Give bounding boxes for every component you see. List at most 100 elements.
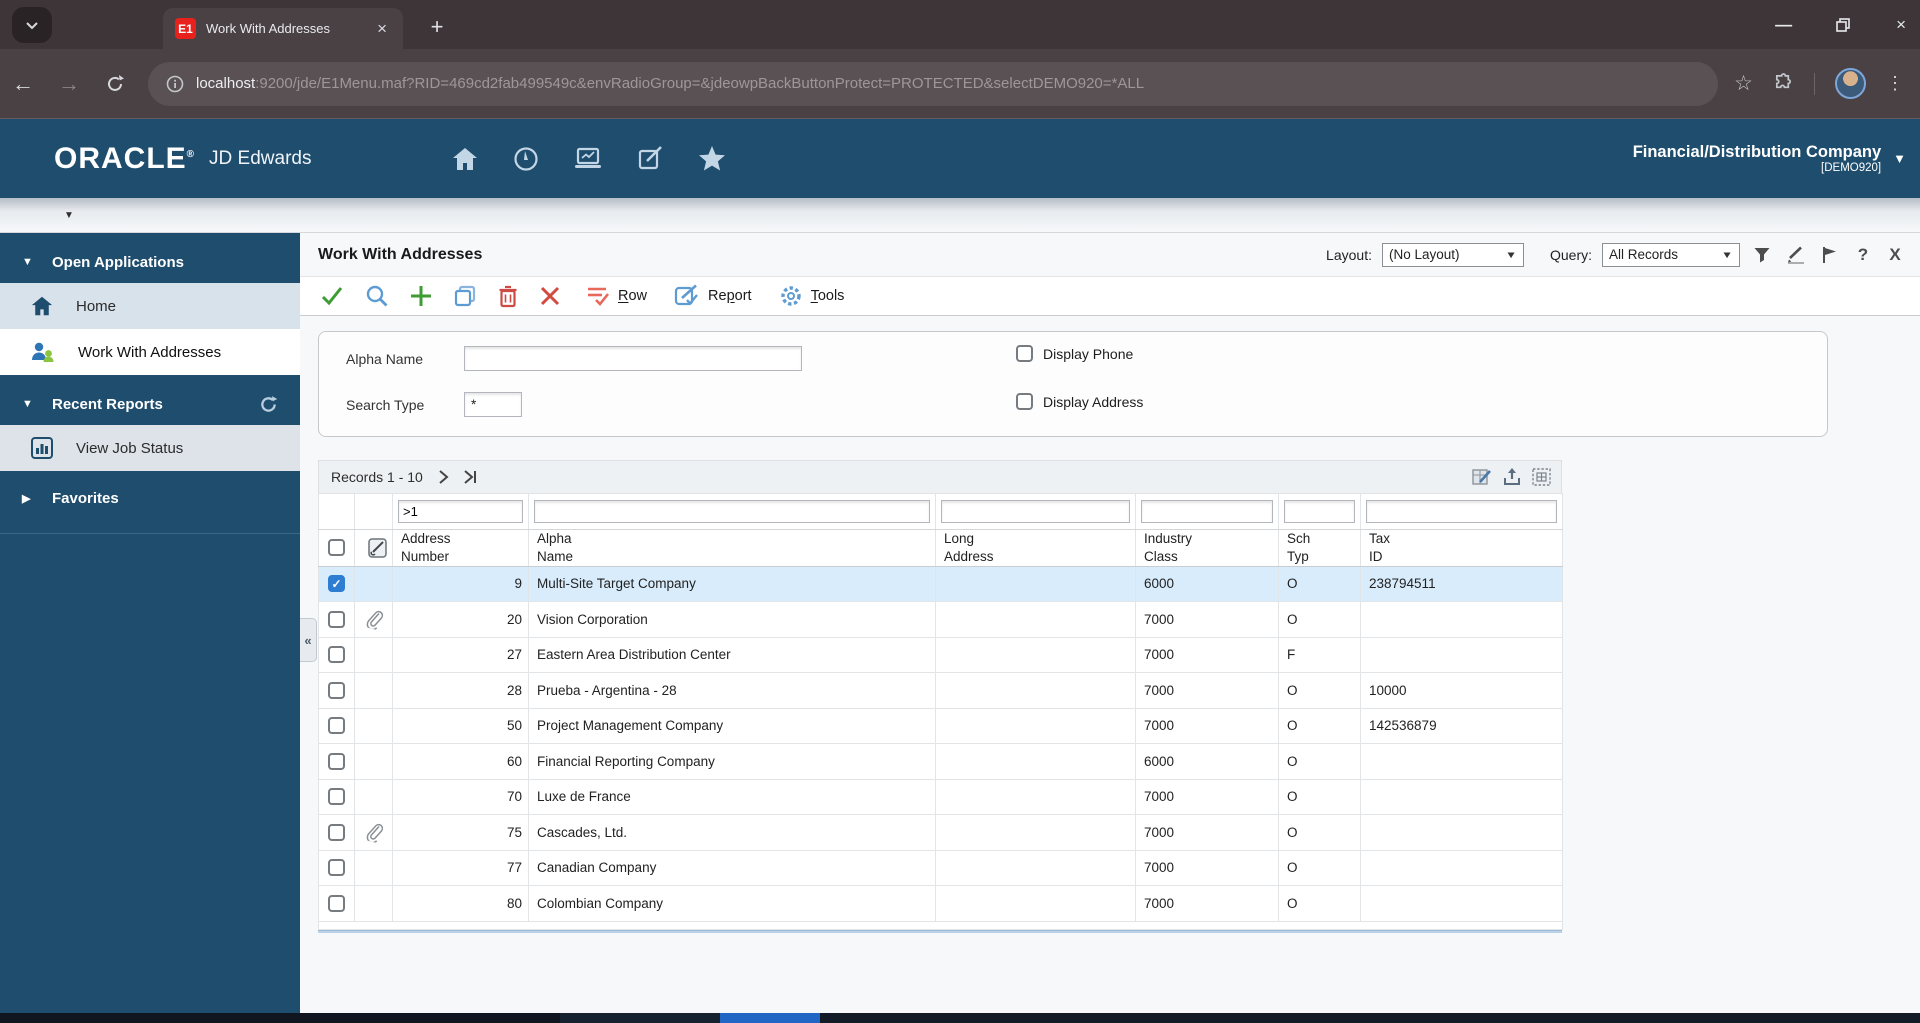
refresh-reports-icon[interactable] <box>259 395 278 414</box>
window-minimize-button[interactable]: — <box>1775 16 1790 33</box>
sidebar-item-home[interactable]: Home <box>0 283 300 329</box>
cell-alpha-name: Prueba - Argentina - 28 <box>529 673 936 709</box>
tab-close-icon[interactable]: × <box>373 18 391 39</box>
url-bar[interactable]: localhost:9200/jde/E1Menu.maf?RID=469cd2… <box>148 62 1718 106</box>
table-row[interactable]: 27 Eastern Area Distribution Center 7000… <box>319 637 1563 673</box>
row-checkbox[interactable] <box>328 824 345 841</box>
new-tab-button[interactable]: + <box>422 14 452 40</box>
back-button[interactable]: ← <box>0 71 46 97</box>
table-row[interactable]: 77 Canadian Company 7000 O <box>319 850 1563 886</box>
site-info-icon[interactable] <box>166 75 184 93</box>
grid-filter-input[interactable] <box>941 500 1130 523</box>
column-header-alpha-name[interactable]: Alpha Name <box>529 529 936 566</box>
display-address-checkbox[interactable] <box>1016 393 1033 410</box>
row-checkbox[interactable] <box>328 717 345 734</box>
close-application-icon[interactable]: X <box>1884 245 1906 265</box>
table-row[interactable]: 60 Financial Reporting Company 6000 O <box>319 744 1563 780</box>
column-header-long-address[interactable]: Long Address <box>936 529 1136 566</box>
add-button[interactable] <box>410 285 432 307</box>
query-select[interactable]: All Records▼ <box>1602 243 1740 267</box>
menu-caret-icon[interactable]: ▼ <box>64 210 74 221</box>
row-checkbox[interactable] <box>328 895 345 912</box>
table-row[interactable]: 9 Multi-Site Target Company 6000 O 23879… <box>319 566 1563 602</box>
grid-filter-input[interactable] <box>1366 500 1557 523</box>
row-checkbox[interactable] <box>328 575 345 592</box>
sidebar-section-open-applications[interactable]: ▼ Open Applications <box>0 241 300 283</box>
find-button[interactable] <box>365 284 389 308</box>
sidebar-item-work-with-addresses[interactable]: Work With Addresses <box>0 329 300 375</box>
table-row[interactable]: 28 Prueba - Argentina - 28 7000 O 10000 <box>319 673 1563 709</box>
table-row[interactable]: 70 Luxe de France 7000 O <box>319 779 1563 815</box>
display-phone-checkbox[interactable] <box>1016 345 1033 362</box>
cell-industry-class: 6000 <box>1136 744 1279 780</box>
paperclip-icon[interactable] <box>355 822 392 842</box>
refresh-button[interactable] <box>92 74 138 94</box>
next-page-button[interactable] <box>437 470 449 484</box>
extensions-icon[interactable] <box>1773 73 1794 94</box>
sidebar-collapse-handle[interactable]: « <box>300 618 317 662</box>
grid-filter-input[interactable] <box>534 500 930 523</box>
delete-button[interactable] <box>498 285 518 308</box>
tab-search-button[interactable] <box>12 7 52 43</box>
report-menu-label[interactable]: Report <box>708 288 752 304</box>
browser-menu-icon[interactable]: ⋮ <box>1886 73 1904 94</box>
table-row[interactable]: 20 Vision Corporation 7000 O <box>319 602 1563 638</box>
tools-menu-icon[interactable] <box>779 284 803 308</box>
table-row[interactable]: 50 Project Management Company 7000 O 142… <box>319 708 1563 744</box>
search-type-input[interactable] <box>464 392 522 417</box>
cell-long-address <box>936 566 1136 602</box>
favorites-star-icon[interactable] <box>698 145 726 172</box>
browser-tab[interactable]: E1 Work With Addresses × <box>163 8 403 49</box>
bookmark-star-icon[interactable]: ☆ <box>1734 71 1753 96</box>
row-menu-label[interactable]: Row <box>618 288 647 304</box>
filter-funnel-icon[interactable] <box>1750 246 1774 264</box>
edit-query-icon[interactable] <box>1784 246 1808 264</box>
window-restore-button[interactable] <box>1836 18 1850 32</box>
report-menu-icon[interactable] <box>674 284 700 308</box>
environment-selector[interactable]: Financial/Distribution Company [DEMO920]… <box>1633 143 1906 175</box>
customize-grid-icon[interactable] <box>1472 468 1492 486</box>
grid-filter-input[interactable] <box>1141 500 1273 523</box>
grid-filter-input[interactable] <box>398 500 523 523</box>
sidebar-item-view-job-status[interactable]: View Job Status <box>0 425 300 471</box>
reports-laptop-icon[interactable] <box>573 146 603 172</box>
forward-button[interactable]: → <box>46 71 92 97</box>
column-header-industry-class[interactable]: Industry Class <box>1136 529 1279 566</box>
paperclip-icon[interactable] <box>355 609 392 629</box>
last-page-button[interactable] <box>463 470 479 484</box>
tools-menu-label[interactable]: Tools <box>811 288 845 304</box>
window-close-button[interactable]: × <box>1896 16 1906 33</box>
grid-filter-input[interactable] <box>1284 500 1355 523</box>
cell-address-number: 60 <box>393 744 529 780</box>
recent-clock-icon[interactable] <box>513 146 539 172</box>
row-checkbox[interactable] <box>328 682 345 699</box>
column-header-tax-id[interactable]: Tax ID <box>1361 529 1563 566</box>
profile-avatar[interactable] <box>1835 68 1866 99</box>
select-ok-button[interactable] <box>320 285 344 307</box>
sidebar-section-favorites[interactable]: ▶ Favorites <box>0 477 300 519</box>
copy-button[interactable] <box>453 284 477 308</box>
home-nav-icon[interactable] <box>451 146 479 172</box>
row-checkbox[interactable] <box>328 611 345 628</box>
compose-icon[interactable] <box>637 145 664 172</box>
select-all-checkbox[interactable] <box>328 539 345 556</box>
column-header-address-number[interactable]: Address Number <box>393 529 529 566</box>
table-row[interactable]: 75 Cascades, Ltd. 7000 O <box>319 815 1563 851</box>
row-checkbox[interactable] <box>328 646 345 663</box>
close-button[interactable] <box>539 285 561 307</box>
export-icon[interactable] <box>1503 468 1521 486</box>
table-row[interactable]: 80 Colombian Company 7000 O <box>319 886 1563 922</box>
help-icon[interactable]: ? <box>1852 245 1874 265</box>
alpha-name-input[interactable] <box>464 346 802 371</box>
export-grid-icon[interactable] <box>1532 468 1551 486</box>
cell-long-address <box>936 673 1136 709</box>
row-checkbox[interactable] <box>328 788 345 805</box>
sidebar-section-recent-reports[interactable]: ▼ Recent Reports <box>0 383 300 425</box>
row-checkbox[interactable] <box>328 753 345 770</box>
row-checkbox[interactable] <box>328 859 345 876</box>
column-header-sch-typ[interactable]: Sch Typ <box>1279 529 1361 566</box>
menu-strip: ▼ <box>0 198 1920 233</box>
row-menu-icon[interactable] <box>586 285 610 307</box>
run-flag-icon[interactable] <box>1818 246 1842 264</box>
layout-select[interactable]: (No Layout)▼ <box>1382 243 1524 267</box>
